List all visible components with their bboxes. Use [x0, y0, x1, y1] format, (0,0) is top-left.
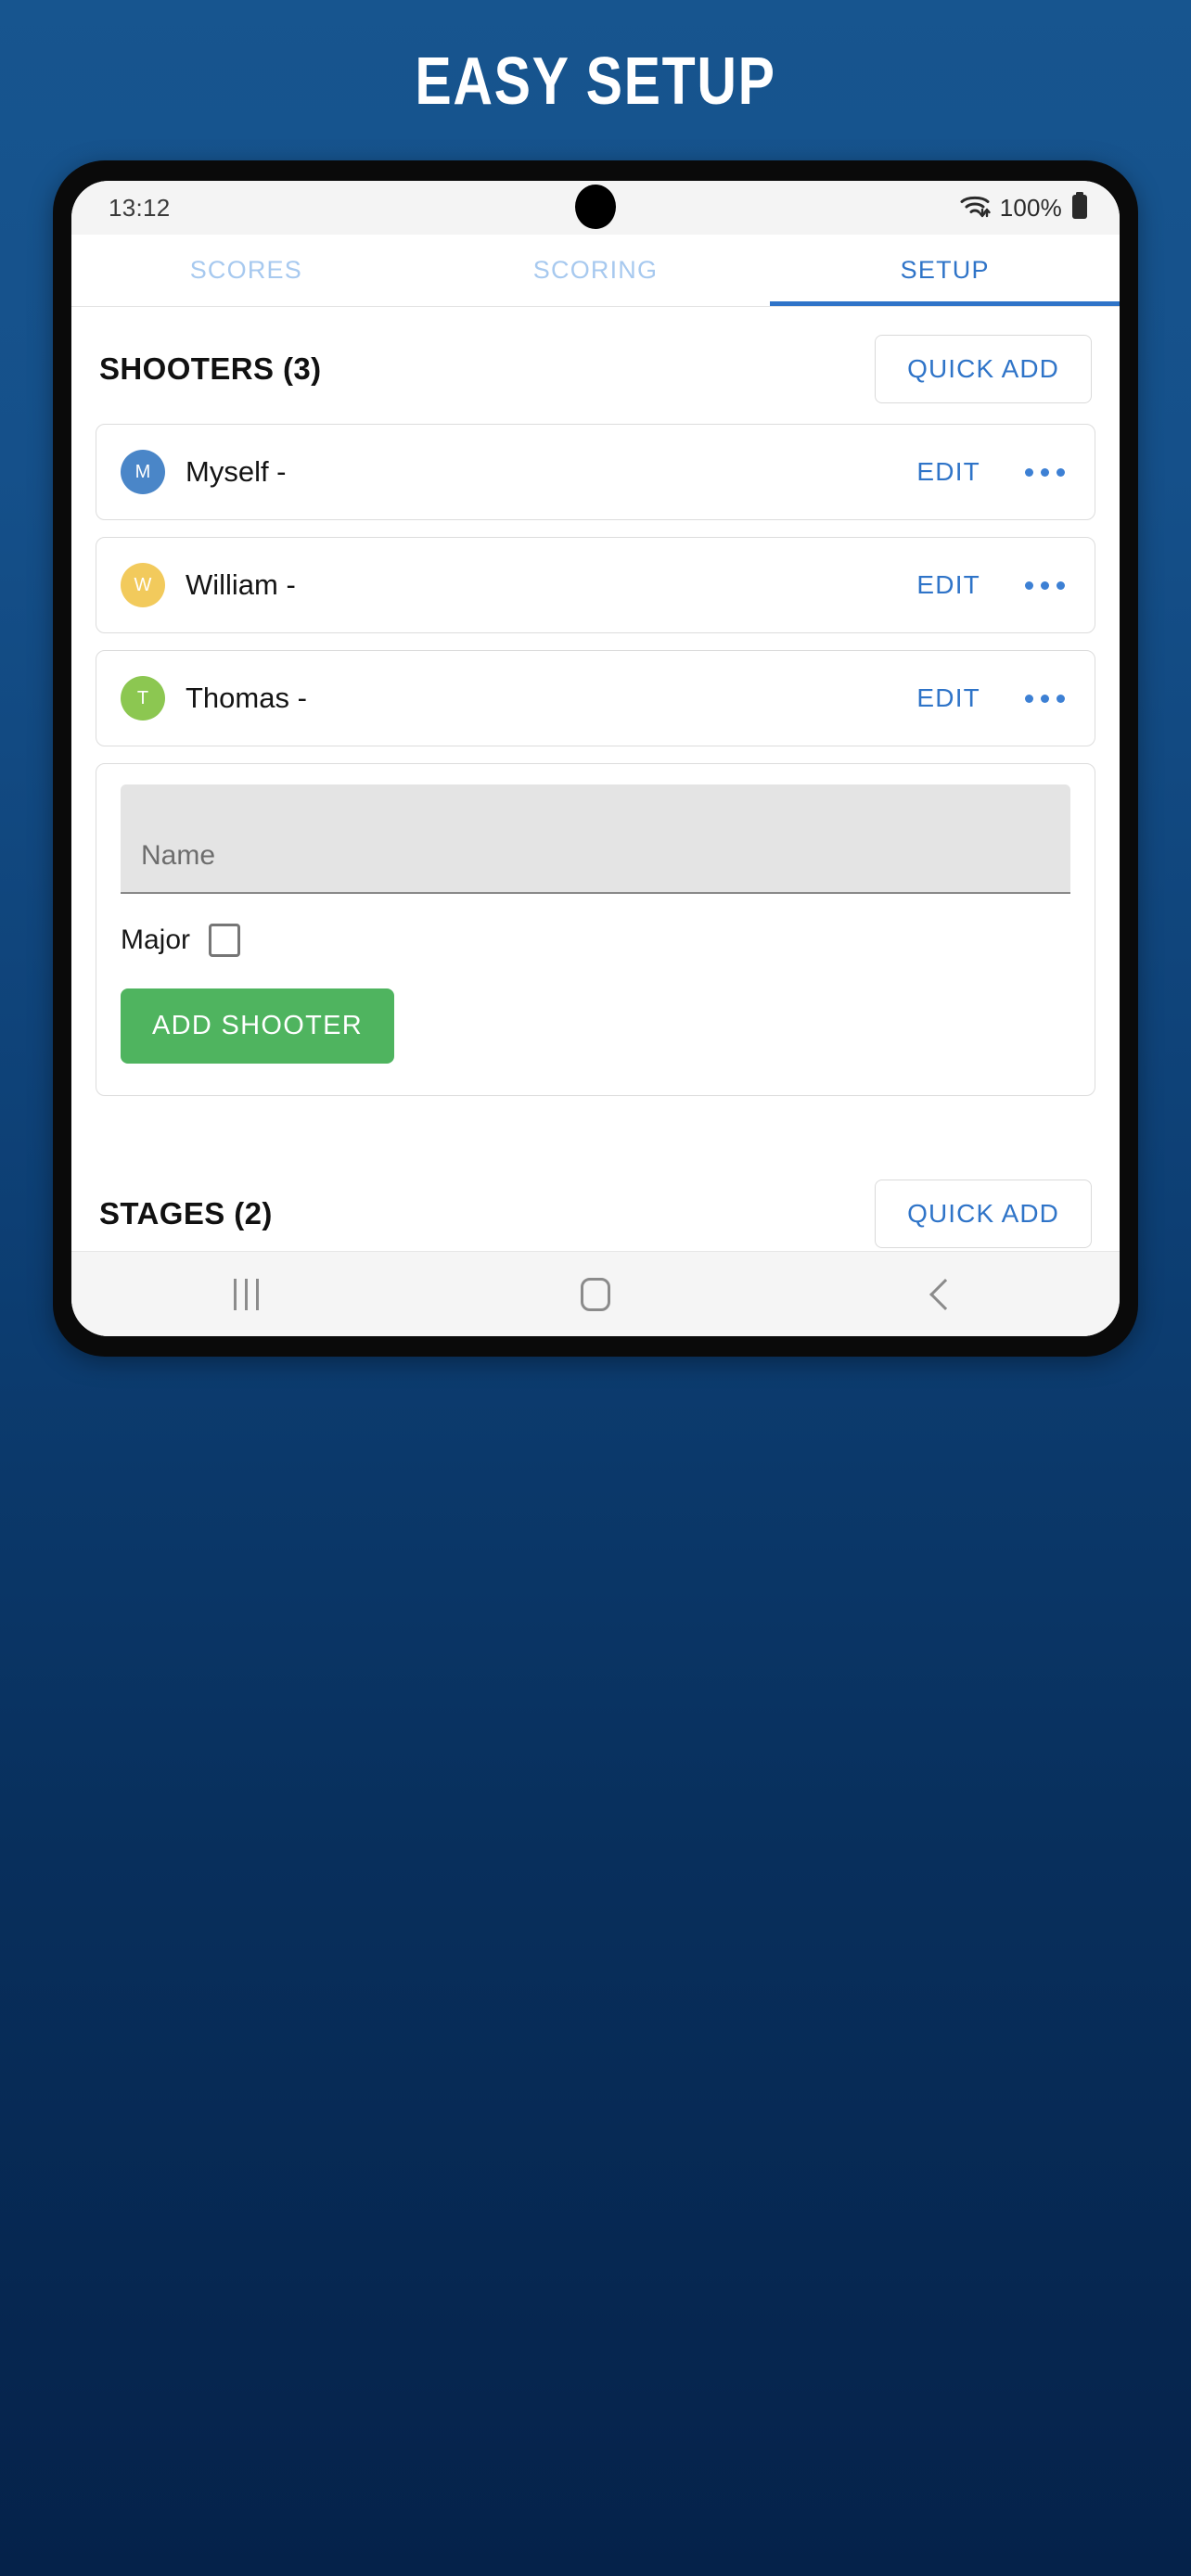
recents-icon — [233, 1278, 259, 1310]
tab-scoring[interactable]: SCORING — [421, 235, 771, 306]
status-bar: 13:12 100% — [71, 181, 1120, 235]
shooter-edit-button[interactable]: EDIT — [915, 678, 982, 719]
tab-bar: SCORES SCORING SETUP — [71, 235, 1120, 307]
stages-title: STAGES (2) — [99, 1196, 273, 1231]
more-horizontal-icon[interactable] — [1019, 459, 1070, 486]
more-horizontal-icon[interactable] — [1019, 685, 1070, 712]
shooter-name: Myself - — [186, 455, 287, 488]
stages-section-header: STAGES (2) QUICK ADD — [96, 1152, 1095, 1251]
nav-recents-button[interactable] — [71, 1252, 421, 1336]
nav-home-button[interactable] — [421, 1252, 771, 1336]
shooter-row[interactable]: W William - EDIT — [96, 537, 1095, 633]
promo-title: EASY SETUP — [415, 45, 776, 119]
shooter-name-input[interactable]: Name — [121, 784, 1070, 894]
avatar: M — [121, 450, 165, 494]
shooter-edit-button[interactable]: EDIT — [915, 565, 982, 606]
phone-frame: 13:12 100% SCORES SCORING SETUP SHOOTERS… — [53, 160, 1138, 1357]
back-icon — [928, 1278, 961, 1310]
avatar: T — [121, 676, 165, 721]
shooter-row-actions: EDIT — [915, 678, 1070, 719]
tab-setup[interactable]: SETUP — [770, 235, 1120, 306]
battery-full-icon — [1071, 191, 1088, 224]
shooters-quick-add-button[interactable]: QUICK ADD — [875, 335, 1092, 403]
shooter-name: Thomas - — [186, 682, 307, 714]
wifi-icon — [959, 193, 991, 223]
setup-content: SHOOTERS (3) QUICK ADD M Myself - EDIT W… — [71, 307, 1120, 1251]
status-time: 13:12 — [109, 193, 171, 222]
shooter-row-actions: EDIT — [915, 452, 1070, 492]
major-checkbox-row[interactable]: Major — [121, 924, 1070, 957]
shooter-row[interactable]: T Thomas - EDIT — [96, 650, 1095, 746]
add-shooter-button[interactable]: ADD SHOOTER — [121, 988, 394, 1064]
shooters-section-header: SHOOTERS (3) QUICK ADD — [96, 307, 1095, 424]
tab-scores[interactable]: SCORES — [71, 235, 421, 306]
battery-percent-label: 100% — [999, 193, 1062, 222]
shooter-edit-button[interactable]: EDIT — [915, 452, 982, 492]
stages-quick-add-button[interactable]: QUICK ADD — [875, 1180, 1092, 1248]
home-icon — [581, 1277, 610, 1311]
phone-screen: 13:12 100% SCORES SCORING SETUP SHOOTERS… — [71, 181, 1120, 1336]
status-indicators: 100% — [959, 191, 1088, 224]
shooter-row[interactable]: M Myself - EDIT — [96, 424, 1095, 520]
more-horizontal-icon[interactable] — [1019, 572, 1070, 599]
major-label: Major — [121, 925, 191, 955]
shooters-title: SHOOTERS (3) — [99, 351, 322, 386]
add-shooter-form: Name Major ADD SHOOTER — [96, 763, 1095, 1096]
android-nav-bar — [71, 1251, 1120, 1336]
avatar: W — [121, 563, 165, 607]
shooter-name-placeholder: Name — [141, 840, 216, 871]
major-checkbox[interactable] — [209, 924, 241, 957]
shooter-row-actions: EDIT — [915, 565, 1070, 606]
nav-back-button[interactable] — [770, 1252, 1120, 1336]
shooter-name: William - — [186, 568, 296, 601]
camera-punch-hole — [575, 185, 616, 229]
